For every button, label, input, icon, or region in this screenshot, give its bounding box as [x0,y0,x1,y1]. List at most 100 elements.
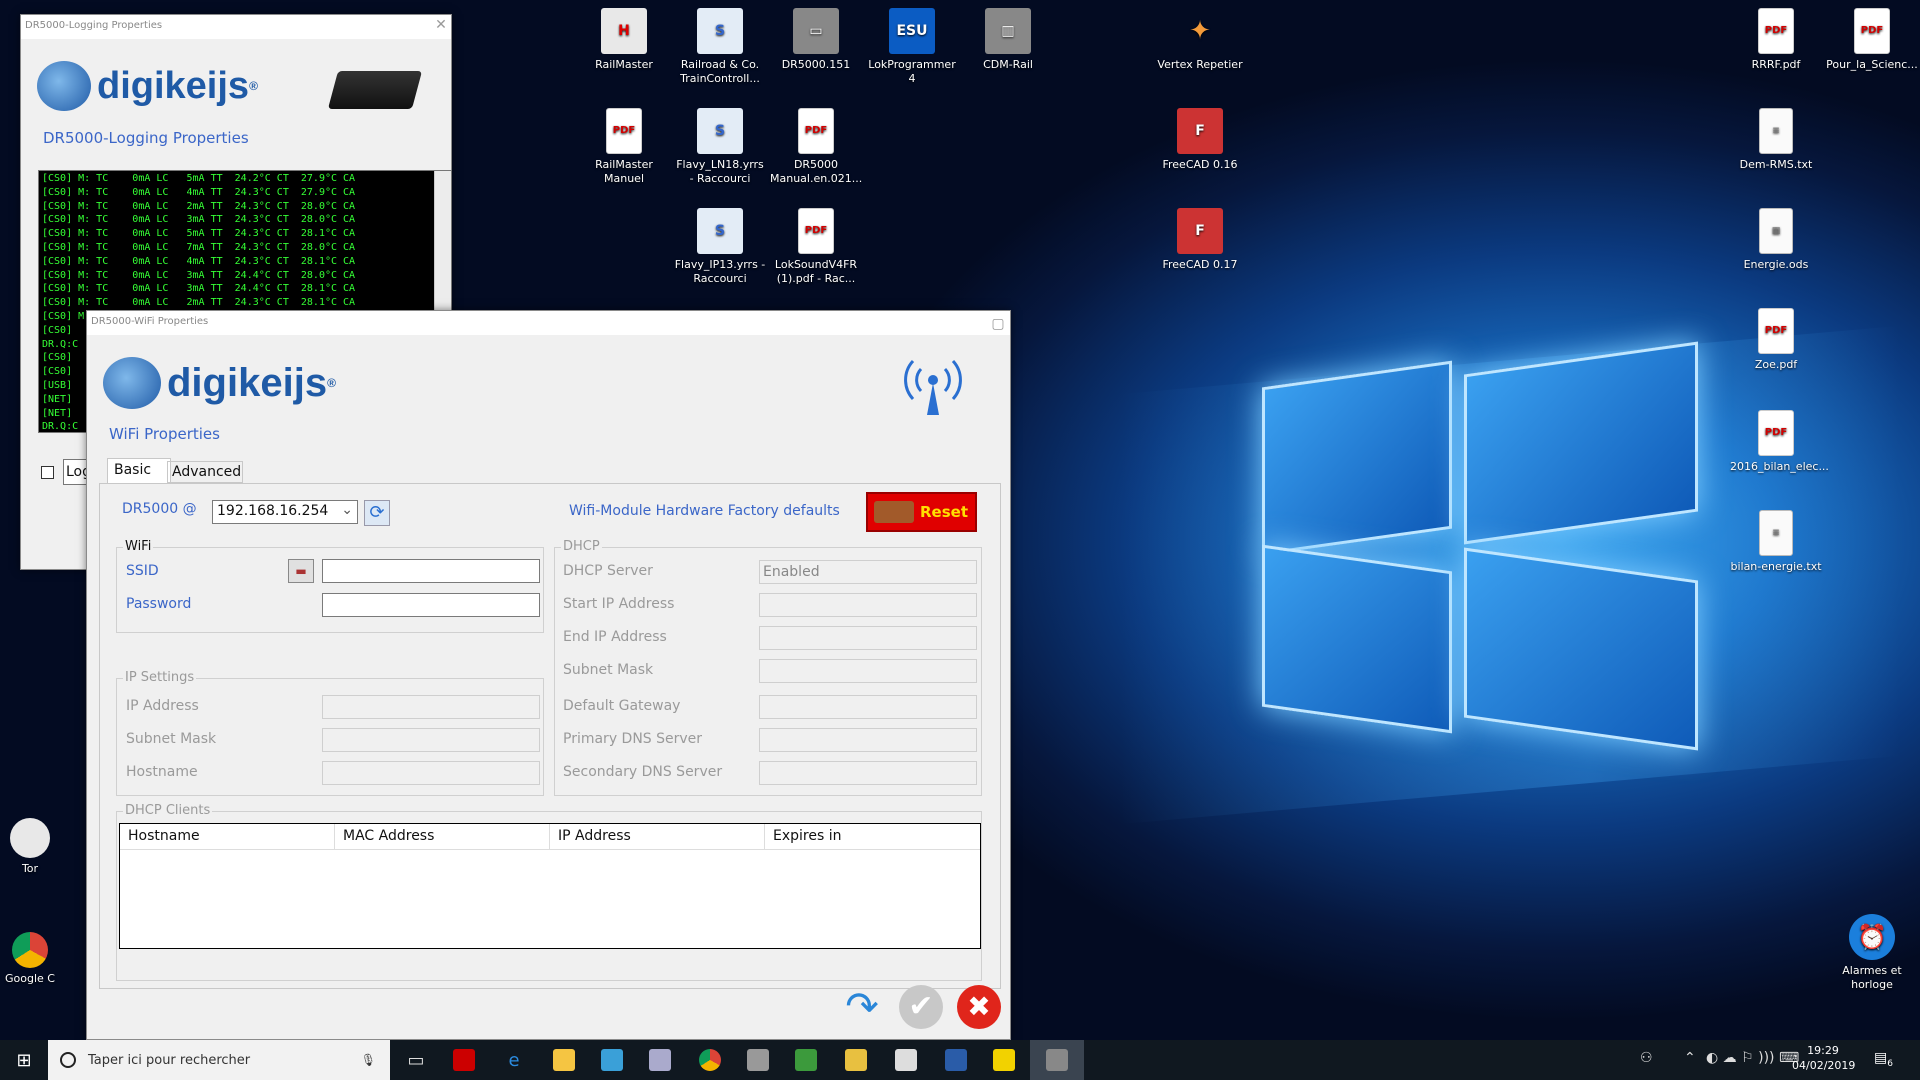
desktop-icon[interactable]: PDF Zoe.pdf [1730,308,1822,372]
desktop-icon[interactable]: PDF Pour_la_Scienc... [1826,8,1918,72]
dhcp-clients-table[interactable]: Hostname MAC Address IP Address Expires … [119,823,981,949]
logging-window-title: DR5000-Logging Properties [21,15,451,39]
refresh-icon[interactable]: ⟳ [364,500,390,526]
file-explorer-icon[interactable] [540,1040,588,1080]
close-icon[interactable]: ✕ [431,15,451,35]
task-view-icon[interactable]: ▭ [392,1040,440,1080]
desktop-icon[interactable]: PDF RailMaster Manuel [578,108,670,186]
chrome-icon[interactable] [686,1040,734,1080]
app-icon[interactable] [734,1040,782,1080]
desktop-icon-label: FreeCAD 0.17 [1162,258,1238,271]
log-line: [CS0] M: TC 0mA LC 4mA TT 24.3°C CT 27.9… [42,186,356,198]
log-line: [CS0] M: TC 0mA LC 7mA TT 24.3°C CT 28.0… [42,241,356,253]
dr5000-app-icon[interactable] [1030,1040,1084,1080]
desktop-icon-label: bilan-energie.txt [1730,560,1822,573]
desktop-icon[interactable]: ≡ bilan-energie.txt [1730,510,1822,574]
chevron-up-icon[interactable]: ⌃ [1684,1050,1696,1066]
desktop-icon-label: 2016_bilan_elec... [1730,460,1829,473]
desktop-icon[interactable]: ▦ Energie.ods [1730,208,1822,272]
desktop-icon[interactable]: S Flavy_LN18.yrrs - Raccourci [674,108,766,186]
desktop-icon[interactable]: ▥ CDM-Rail [962,8,1054,72]
log-line: [CS0] M: TC 0mA LC 3mA TT 24.4°C CT 28.1… [42,283,356,295]
desktop-icon-label: Zoe.pdf [1754,358,1798,371]
desktop-icon[interactable]: PDF DR5000 Manual.en.021... [770,108,862,186]
column-header-hostname[interactable]: Hostname [120,824,335,849]
desktop-icon-label: Flavy_IP13.yrrs - Raccourci [674,258,766,285]
notes-icon[interactable] [832,1040,880,1080]
desktop-icon[interactable]: S Railroad & Co. TrainControll... [674,8,766,86]
acrobat-icon[interactable] [440,1040,488,1080]
log-line: [CS0] M: TC 0mA LC 3mA TT 24.3°C CT 28.0… [42,214,356,226]
primary-dns-label: Primary DNS Server [563,731,703,747]
desktop-icon-label: RailMaster [595,58,653,71]
close-icon[interactable]: ▢ [988,314,1008,334]
tab-basic[interactable]: Basic [107,458,171,483]
search-box[interactable]: Taper ici pour rechercher 🎙 [48,1040,390,1080]
fc-icon: F [1177,108,1223,154]
microphone-icon[interactable]: 🎙 [361,1053,376,1067]
ssid-input[interactable] [322,559,540,583]
ok-check-icon[interactable]: ✔ [899,985,943,1029]
desktop-icon[interactable]: ✦ Vertex Repetier [1154,8,1246,72]
tab-advanced[interactable]: Advanced [167,461,243,483]
reset-button[interactable]: Reset [866,492,977,532]
clock[interactable]: 19:29 04/02/2019 [1792,1044,1855,1072]
desktop-icon-label: Vertex Repetier [1157,58,1243,71]
alarm-icon: ⏰ [1849,914,1895,960]
vx-icon: ✦ [1189,16,1211,46]
app-icon[interactable] [636,1040,684,1080]
desktop-icon[interactable]: ESU LokProgrammer 4 [866,8,958,86]
desktop-icon[interactable]: ▭ DR5000.151 [770,8,862,72]
desktop-icon-partial[interactable]: Tor [0,818,60,876]
dr5000-label: DR5000 @ [122,501,197,517]
start-ip-field [759,593,977,617]
tray-icons[interactable]: ◐ ☁ ⚐ ))) ⌨ [1706,1050,1799,1066]
column-header-ip[interactable]: IP Address [550,824,765,849]
desktop-icon-label: Pour_la_Scienc... [1826,58,1918,71]
windows-logo [1262,341,1704,751]
calc-sheet-icon[interactable] [782,1040,830,1080]
logging-checkbox[interactable] [41,466,54,479]
dhcp-subnet-field [759,659,977,683]
app-icon[interactable] [932,1040,980,1080]
people-icon[interactable]: ⚇ [1640,1050,1653,1066]
sticky-notes-icon[interactable] [980,1040,1028,1080]
log-line: [CS0] M: TC 0mA LC 2mA TT 24.3°C CT 28.0… [42,200,356,212]
desktop-icon-partial[interactable]: Google C [0,932,60,986]
dhcp-server-select: Enabled [759,560,977,584]
cancel-x-icon[interactable]: ✖ [957,985,1001,1029]
secondary-dns-field [759,761,977,785]
dr5000-ip-select[interactable]: 192.168.16.254 ⌄ [212,500,358,524]
desktop-icon[interactable]: S Flavy_IP13.yrrs - Raccourci [674,208,766,286]
primary-dns-field [759,728,977,752]
desktop-icon-label: CDM-Rail [983,58,1033,71]
desktop-icon[interactable]: PDF LokSoundV4FR (1).pdf - Rac... [770,208,862,286]
wifi-properties-title: WiFi Properties [109,425,220,443]
action-center-icon[interactable]: ▤6 [1874,1050,1893,1069]
ip-address-label: IP Address [126,698,199,714]
desktop-icon[interactable]: F FreeCAD 0.16 [1154,108,1246,172]
apply-arrow-icon[interactable]: ↷ [839,985,885,1029]
pdf-icon: PDF [1854,8,1890,54]
app-icon[interactable] [588,1040,636,1080]
column-header-mac[interactable]: MAC Address [335,824,550,849]
ip-address-field [322,695,540,719]
desktop-icon[interactable]: PDF RRRF.pdf [1730,8,1822,72]
desktop-icon[interactable]: ≡ Dem-RMS.txt [1730,108,1822,172]
pdf-icon: PDF [606,108,642,154]
desktop-icon[interactable]: F FreeCAD 0.17 [1154,208,1246,272]
desktop-icon[interactable]: ⏰ Alarmes et horloge [1826,914,1918,992]
password-input[interactable] [322,593,540,617]
windows-start-icon[interactable]: ⊞ [0,1040,48,1080]
desktop-icon-label: Tor [21,862,39,875]
desktop-icon-label: Dem-RMS.txt [1739,158,1813,171]
desktop-icon-label: Alarmes et horloge [1842,964,1902,991]
scan-ssid-icon[interactable]: ▬ [288,559,314,583]
pdf-icon: PDF [1758,308,1794,354]
desktop-icon[interactable]: PDF 2016_bilan_elec... [1730,410,1829,474]
desktop-icon[interactable]: H RailMaster [578,8,670,72]
column-header-expires[interactable]: Expires in [765,824,980,849]
calculator-icon[interactable] [882,1040,930,1080]
wifi-window[interactable]: DR5000-WiFi Properties ▢ digikeijs ® WiFi… [86,310,1011,1040]
edge-icon[interactable]: e [490,1040,538,1080]
